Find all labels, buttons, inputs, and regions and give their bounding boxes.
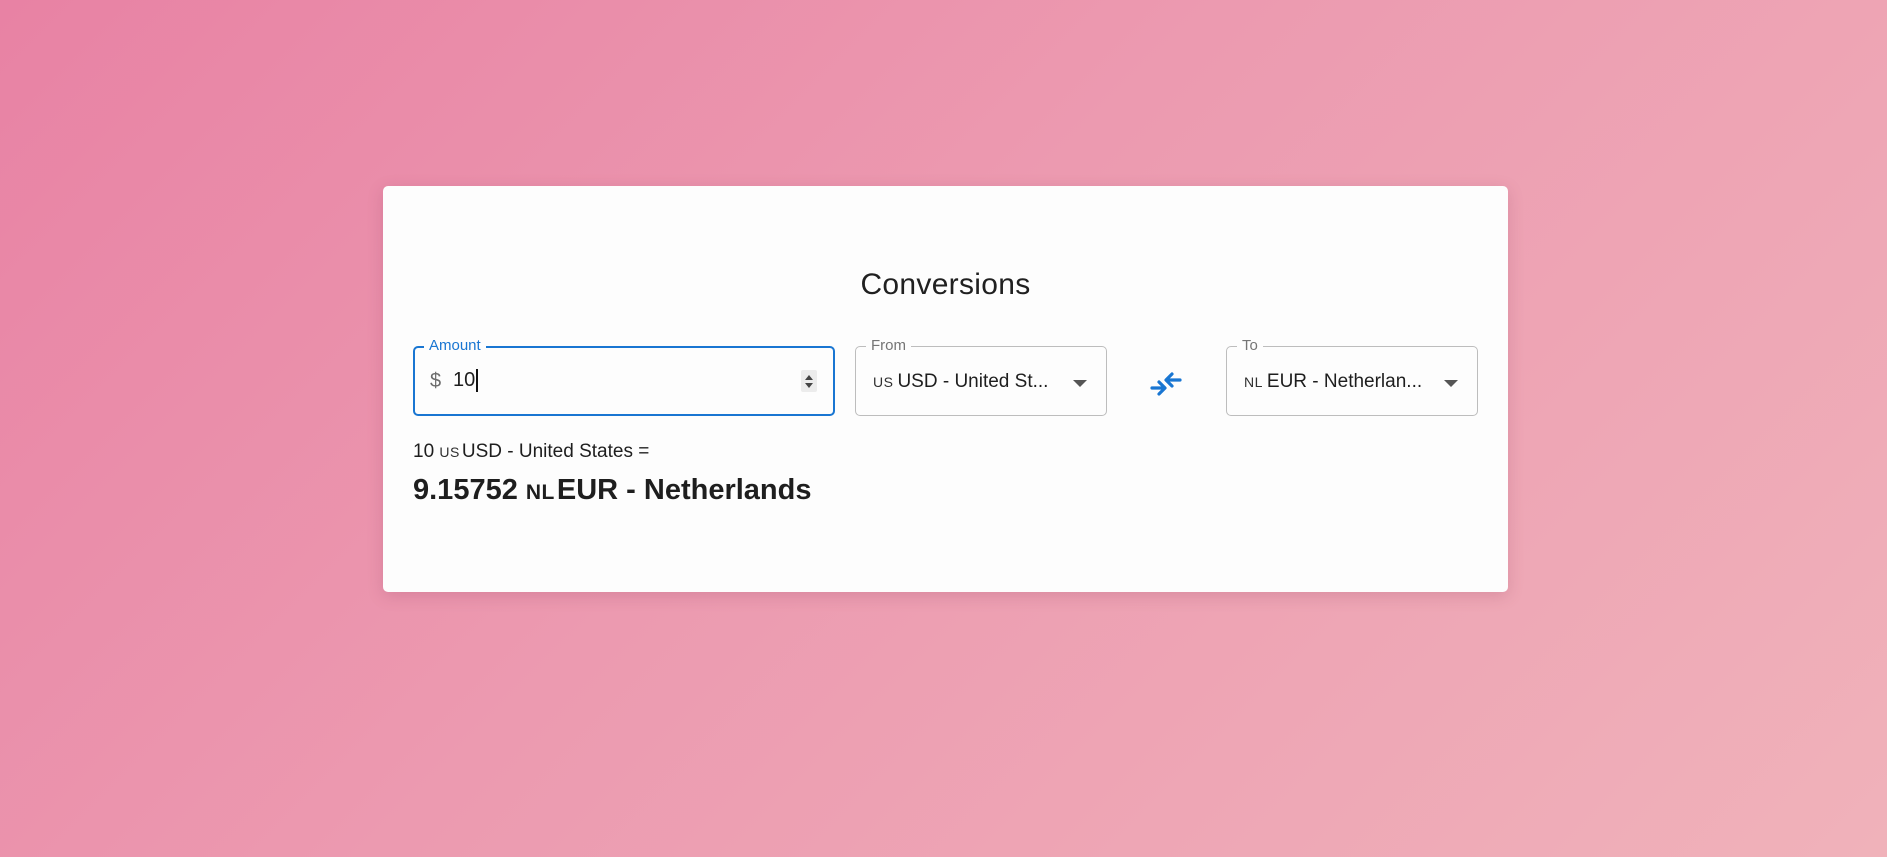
swap-currencies-button[interactable] (1145, 364, 1187, 406)
amount-label: Amount (424, 336, 486, 356)
equals-sign: = (638, 441, 650, 462)
conversion-source-line: 10 US USD - United States = (413, 441, 649, 463)
stepper-down-icon[interactable] (805, 382, 813, 388)
to-currency-text: EUR - Netherlan... (1266, 371, 1423, 392)
from-currency-select[interactable]: From US USD - United St... (855, 336, 1107, 416)
to-selected-value: NL EUR - Netherlan... (1244, 371, 1424, 393)
nl-flag-icon: NL (1244, 374, 1263, 390)
from-selected-value: US USD - United St... (873, 371, 1053, 393)
currency-prefix: $ (430, 370, 442, 392)
page-title: Conversions (860, 268, 1031, 301)
stepper-up-icon[interactable] (805, 374, 813, 380)
source-currency: USD - United States (461, 441, 633, 462)
to-label: To (1237, 336, 1263, 356)
to-currency-select[interactable]: To NL EUR - Netherlan... (1226, 336, 1478, 416)
conversion-result: 9.15752 NLEUR - Netherlands (413, 474, 812, 507)
text-caret (476, 369, 478, 392)
amount-field[interactable]: Amount $ 10 (413, 336, 835, 416)
source-amount: 10 (413, 441, 435, 462)
number-stepper[interactable] (801, 370, 817, 392)
amount-input-value: 10 (453, 369, 476, 391)
converted-amount: 9.15752 (413, 474, 518, 506)
chevron-down-icon[interactable] (1073, 380, 1087, 387)
us-flag-icon: US (439, 444, 460, 460)
target-currency: EUR - Netherlands (556, 474, 812, 506)
swap-arrows-icon (1150, 372, 1182, 396)
chevron-down-icon[interactable] (1444, 380, 1458, 387)
us-flag-icon: US (873, 374, 894, 390)
from-label: From (866, 336, 911, 356)
from-currency-text: USD - United St... (897, 371, 1049, 392)
conversion-card: Conversions Amount $ 10 From US USD - Uni… (383, 186, 1508, 592)
nl-flag-icon: NL (525, 481, 555, 504)
amount-input[interactable]: 10 (453, 369, 478, 392)
